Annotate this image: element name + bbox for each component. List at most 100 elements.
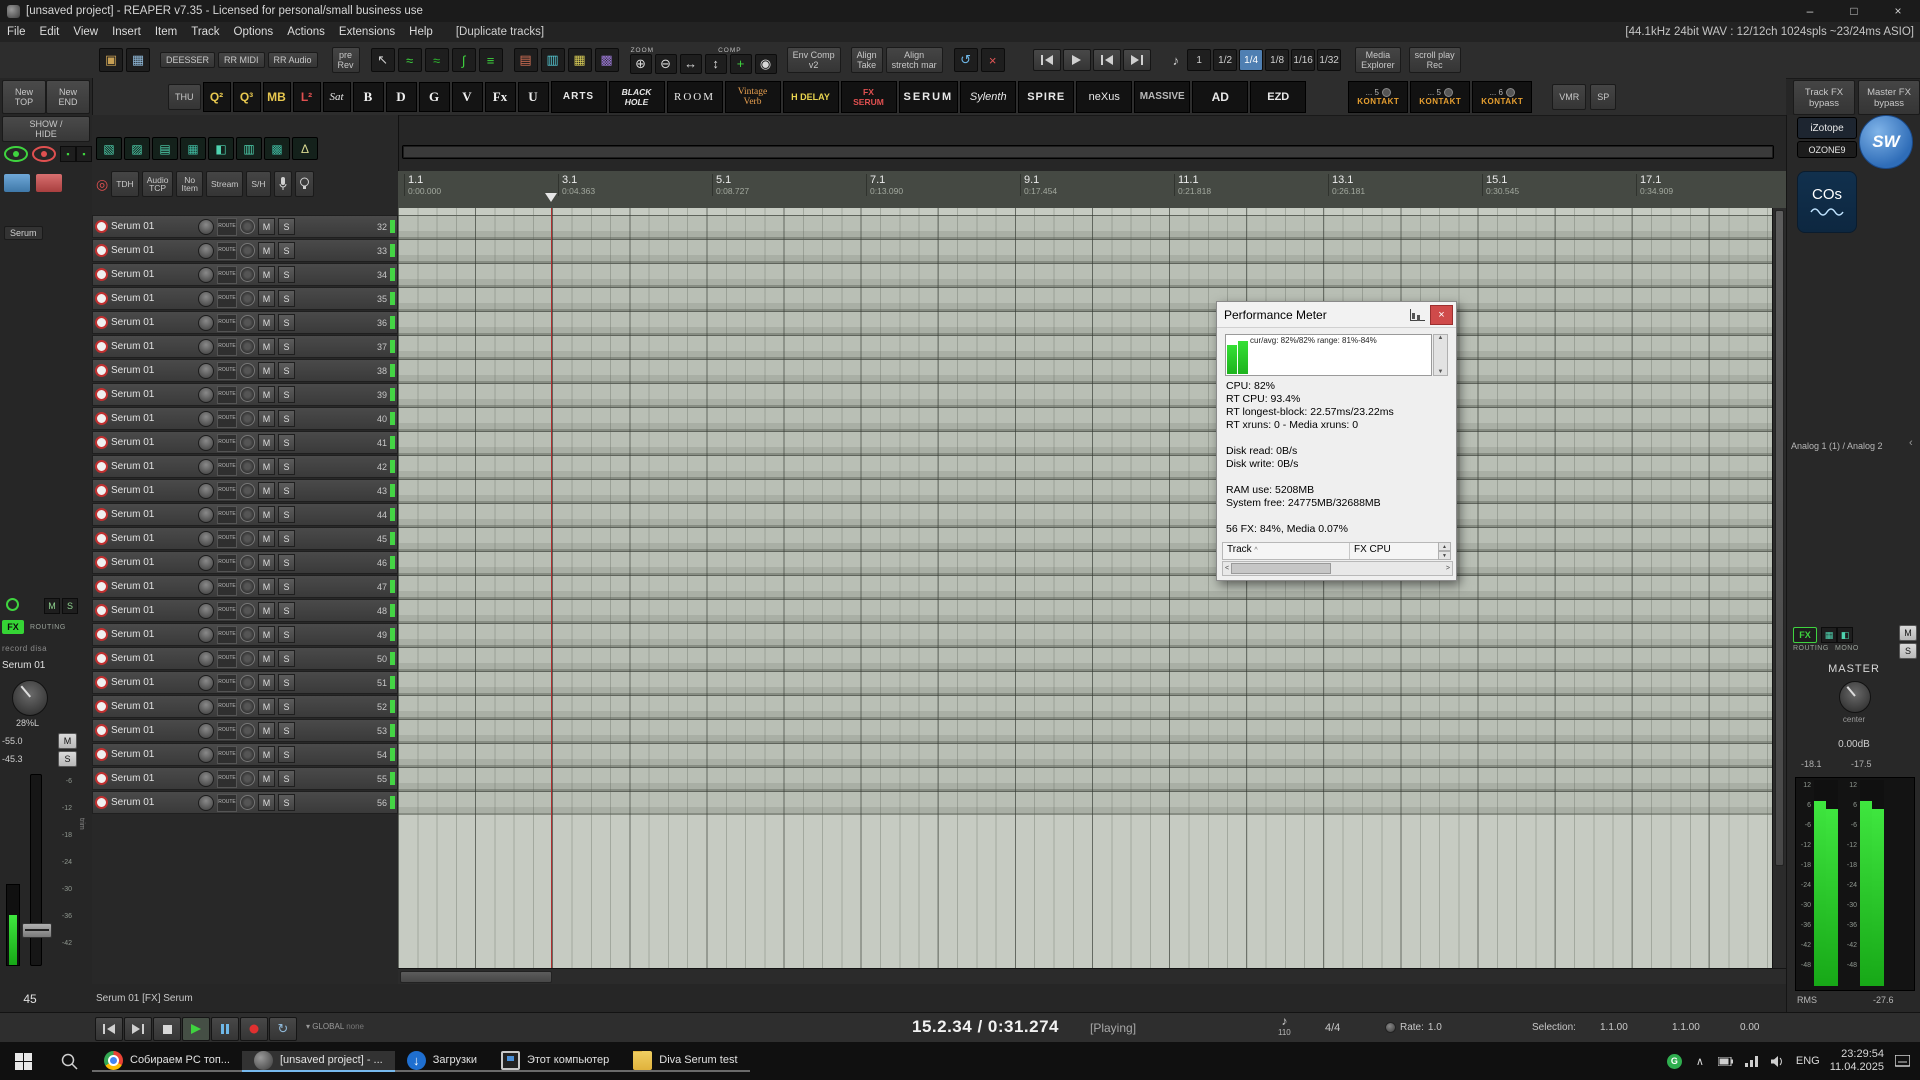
mute-button[interactable]: M [258,530,275,547]
taskbar-app-button[interactable]: Загрузки [395,1051,489,1072]
route-button[interactable]: ROUTE [217,554,237,572]
solo-button[interactable]: S [278,602,295,619]
track-name[interactable]: Serum 01 [111,533,195,544]
track-row[interactable]: Serum 01 ROUTE M S 39 [92,383,398,406]
monitor-indicator[interactable] [390,580,395,593]
taskbar-app-button[interactable]: Diva Serum test [621,1051,749,1072]
align-take-button[interactable]: Align Take [851,47,883,73]
track-name[interactable]: Serum 01 [111,677,195,688]
table-scrollbar[interactable]: < > [1222,561,1453,576]
kontakt-slot-button[interactable]: ... 6KONTAKT [1472,81,1532,113]
solo-button[interactable]: S [278,554,295,571]
mute-button[interactable]: M [258,794,275,811]
track-color-icon[interactable] [95,268,108,281]
mute-button[interactable]: M [258,458,275,475]
mute-button[interactable]: M [258,338,275,355]
track-name[interactable]: Serum 01 [111,557,195,568]
mute-button[interactable]: M [258,482,275,499]
track-name[interactable]: Serum 01 [111,461,195,472]
master-fx-button[interactable]: FX [1793,627,1817,643]
go-start-button[interactable] [1033,49,1061,71]
pause-button[interactable] [211,1017,239,1041]
taskbar-app-button[interactable]: Этот компьютер [489,1051,621,1072]
zoom-in-icon[interactable]: ⊕ [630,54,652,74]
mute-button[interactable]: M [258,770,275,787]
pan-knob[interactable] [198,339,214,355]
monitor-indicator[interactable] [390,412,395,425]
pan-knob[interactable] [198,579,214,595]
track-color-icon[interactable] [95,748,108,761]
start-button[interactable] [0,1042,46,1080]
mute-button[interactable]: M [258,266,275,283]
track-color-icon[interactable] [95,316,108,329]
fx-shortcut-button[interactable]: FX SERUM [841,81,897,113]
record-arm-button[interactable] [240,771,255,786]
track-row[interactable]: Serum 01 ROUTE M S 48 [92,599,398,622]
track-name[interactable]: Serum 01 [111,365,195,376]
maximize-button[interactable]: □ [1832,0,1876,22]
scroll-right-icon[interactable]: > [1446,565,1450,572]
routing-label[interactable]: ROUTING [30,624,66,631]
horizontal-scrollbar[interactable] [398,968,1786,985]
search-icon[interactable] [46,1042,92,1080]
route-button[interactable]: ROUTE [217,602,237,620]
record-arm-button[interactable] [240,603,255,618]
monitor-indicator[interactable] [390,484,395,497]
fx-button[interactable]: FX [2,620,24,634]
menu-item[interactable]: File [0,26,33,38]
track-color-icon[interactable] [95,652,108,665]
fx-shortcut-button[interactable]: Sat [323,82,351,112]
mini-solo-icon[interactable]: S [62,598,78,614]
track-name[interactable]: Serum 01 [111,797,195,808]
track-name[interactable]: Serum 01 [111,485,195,496]
pan-knob[interactable] [198,507,214,523]
fx-shortcut-button[interactable]: V [452,82,483,112]
zoom-vertical-icon[interactable]: ↕ [705,54,727,74]
record-arm-button[interactable] [240,291,255,306]
menu-item[interactable]: View [66,26,105,38]
vertical-scrollbar[interactable] [1772,208,1786,968]
solo-button[interactable]: S [278,794,295,811]
power-icon[interactable] [6,598,19,611]
clear-icon[interactable]: × [981,48,1005,72]
route-button[interactable]: ROUTE [217,530,237,548]
volume-fader-handle[interactable] [22,923,52,938]
mono-toggle-icon[interactable]: ◧ [1837,627,1853,643]
route-button[interactable]: ROUTE [217,290,237,308]
pan-knob[interactable] [198,771,214,787]
record-arm-button[interactable] [240,795,255,810]
mute-button[interactable]: M [258,650,275,667]
bpm-value[interactable]: 110 [1278,1027,1291,1039]
fx-shortcut-button[interactable]: B [353,82,384,112]
track-name[interactable]: Serum 01 [111,293,195,304]
monitor-indicator[interactable] [390,556,395,569]
record-arm-button[interactable] [240,459,255,474]
track-color-icon[interactable] [95,556,108,569]
item-edit-icon[interactable]: ▧ [96,137,122,160]
pan-knob[interactable] [198,555,214,571]
mute-button[interactable]: M [258,362,275,379]
track-row[interactable]: Serum 01 ROUTE M S 36 [92,311,398,334]
track-name[interactable]: Serum 01 [111,269,195,280]
route-button[interactable]: ROUTE [217,242,237,260]
mute-button[interactable]: M [58,733,77,749]
notification-icon[interactable] [1894,1055,1910,1068]
route-button[interactable]: ROUTE [217,746,237,764]
fx-shortcut-button[interactable]: L² [293,82,321,112]
volume-icon[interactable] [1770,1056,1786,1067]
pan-knob[interactable] [198,363,214,379]
play-cursor-button[interactable] [1063,49,1091,71]
monitor-indicator[interactable] [390,220,395,233]
record-arm-button[interactable] [240,675,255,690]
mini-toggle2-icon[interactable]: ▪ [76,146,92,162]
track-row[interactable]: Serum 01 ROUTE M S 38 [92,359,398,382]
pan-knob[interactable] [198,459,214,475]
solo-button[interactable]: S [278,578,295,595]
new-track-end-button[interactable]: New END [46,80,90,114]
menu-item[interactable]: Edit [33,26,67,38]
monitor-indicator[interactable] [390,460,395,473]
fx-shortcut-button[interactable]: MASSIVE [1134,81,1190,113]
grid-division-button[interactable]: 1/32 [1317,49,1341,71]
monitor-indicator[interactable] [390,268,395,281]
track-group-label[interactable]: Serum [4,226,43,240]
